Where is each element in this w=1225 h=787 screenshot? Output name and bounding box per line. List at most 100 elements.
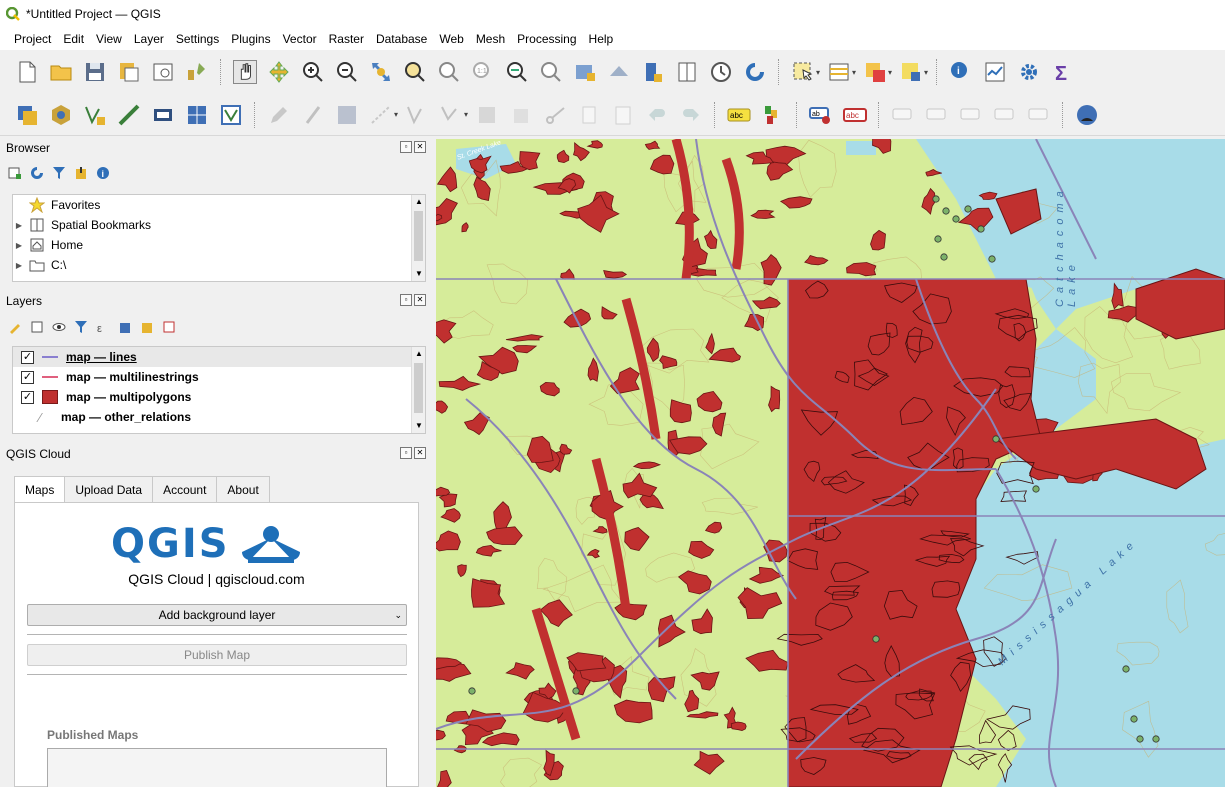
- add-selected-layers-icon[interactable]: [8, 166, 22, 180]
- info-icon[interactable]: i: [96, 166, 110, 180]
- map-rendering[interactable]: [436, 139, 1225, 787]
- browser-item[interactable]: Favorites: [13, 195, 425, 215]
- add-group-icon[interactable]: [30, 320, 44, 334]
- filter-legend-icon[interactable]: [74, 320, 88, 334]
- zoom-next-icon[interactable]: [539, 60, 563, 84]
- close-panel-icon[interactable]: ✕: [414, 294, 426, 306]
- new-3d-view-icon[interactable]: [607, 60, 631, 84]
- layer-visibility-checkbox[interactable]: ✓: [21, 350, 34, 364]
- menu-settings[interactable]: Settings: [170, 32, 225, 46]
- filter-expression-icon[interactable]: ε: [96, 320, 110, 334]
- highlight-pinned-labels-icon[interactable]: ab: [809, 103, 833, 127]
- refresh-icon[interactable]: [30, 166, 44, 180]
- layer-visibility-checkbox[interactable]: ✓: [21, 390, 34, 404]
- delete-selected-icon[interactable]: [475, 103, 499, 127]
- expand-arrow-icon[interactable]: ▶: [13, 241, 25, 250]
- browser-item[interactable]: ▶ Home: [13, 235, 425, 255]
- menu-mesh[interactable]: Mesh: [470, 32, 511, 46]
- layer-row[interactable]: ✓ map — lines: [13, 347, 425, 367]
- new-map-view-icon[interactable]: [573, 60, 597, 84]
- redo-icon[interactable]: [679, 103, 703, 127]
- close-panel-icon[interactable]: ✕: [414, 447, 426, 459]
- print-layout-icon[interactable]: [151, 60, 175, 84]
- menu-raster[interactable]: Raster: [323, 32, 370, 46]
- paste-features-icon[interactable]: [611, 103, 635, 127]
- change-label-icon[interactable]: [1027, 103, 1051, 127]
- float-panel-icon[interactable]: ▫: [400, 294, 412, 306]
- pan-map-icon[interactable]: [233, 60, 257, 84]
- pan-to-selection-icon[interactable]: [267, 60, 291, 84]
- expand-arrow-icon[interactable]: ▶: [13, 221, 25, 230]
- add-virtual-layer-icon[interactable]: [219, 103, 243, 127]
- edit-pencil-icon[interactable]: [267, 103, 291, 127]
- scroll-thumb[interactable]: [414, 363, 423, 413]
- add-line-layer-icon[interactable]: [117, 103, 141, 127]
- layer-diagram-icon[interactable]: [761, 103, 785, 127]
- browser-scrollbar[interactable]: ▲ ▼: [411, 195, 425, 281]
- bookmark-new-icon[interactable]: [641, 60, 665, 84]
- deselect-features-icon[interactable]: [863, 60, 887, 84]
- label-toolbar-abc-icon[interactable]: abc: [727, 103, 751, 127]
- tab-about[interactable]: About: [216, 476, 270, 502]
- zoom-to-selection-icon[interactable]: [403, 60, 427, 84]
- add-mesh-layer-icon[interactable]: [185, 103, 209, 127]
- expand-all-icon[interactable]: [118, 320, 132, 334]
- browser-item[interactable]: ▶ Spatial Bookmarks: [13, 215, 425, 235]
- tab-maps[interactable]: Maps: [14, 476, 66, 503]
- open-project-icon[interactable]: [49, 60, 73, 84]
- menu-help[interactable]: Help: [583, 32, 620, 46]
- statistics-icon[interactable]: [983, 60, 1007, 84]
- sum-icon[interactable]: Σ: [1051, 60, 1075, 84]
- float-panel-icon[interactable]: ▫: [400, 447, 412, 459]
- menu-web[interactable]: Web: [433, 32, 469, 46]
- browser-item[interactable]: ▶ C:\: [13, 255, 425, 275]
- save-as-icon[interactable]: [117, 60, 141, 84]
- scroll-down-icon[interactable]: ▼: [412, 419, 425, 433]
- rotate-label-icon[interactable]: [993, 103, 1017, 127]
- attribute-table-icon[interactable]: [827, 60, 851, 84]
- zoom-last-icon[interactable]: [505, 60, 529, 84]
- menu-vector[interactable]: Vector: [277, 32, 323, 46]
- show-bookmarks-icon[interactable]: [675, 60, 699, 84]
- zoom-to-layer-icon[interactable]: [437, 60, 461, 84]
- scissors-icon[interactable]: [543, 103, 567, 127]
- zoom-out-icon[interactable]: [335, 60, 359, 84]
- identify-features-icon[interactable]: i: [949, 60, 973, 84]
- vertex-tool-icon[interactable]: [405, 103, 429, 127]
- manage-visibility-icon[interactable]: [52, 320, 66, 334]
- layers-scrollbar[interactable]: ▲ ▼: [411, 347, 425, 433]
- save-project-icon[interactable]: [83, 60, 107, 84]
- add-vector-layer-icon[interactable]: [83, 103, 107, 127]
- menu-edit[interactable]: Edit: [57, 32, 90, 46]
- select-by-value-icon[interactable]: [899, 60, 923, 84]
- add-raster-layer-icon[interactable]: [151, 103, 175, 127]
- menu-view[interactable]: View: [90, 32, 128, 46]
- style-panel-icon[interactable]: [8, 320, 22, 334]
- publish-map-button[interactable]: Publish Map: [27, 644, 407, 666]
- copy-features-icon[interactable]: [577, 103, 601, 127]
- select-features-icon[interactable]: [791, 60, 815, 84]
- new-project-icon[interactable]: [15, 60, 39, 84]
- scroll-up-icon[interactable]: ▲: [412, 195, 425, 209]
- published-maps-list[interactable]: [47, 748, 387, 787]
- tab-upload-data[interactable]: Upload Data: [64, 476, 154, 502]
- collapse-all-icon[interactable]: [140, 320, 154, 334]
- layer-row[interactable]: ⁄ map — other_relations: [13, 407, 425, 427]
- collapse-all-icon[interactable]: [74, 166, 88, 180]
- show-hide-labels-icon[interactable]: [925, 103, 949, 127]
- data-source-manager-icon[interactable]: [15, 103, 39, 127]
- menu-database[interactable]: Database: [370, 32, 433, 46]
- globe-plugin-icon[interactable]: [1075, 103, 1099, 127]
- layer-visibility-checkbox[interactable]: ✓: [21, 370, 34, 384]
- remove-layer-icon[interactable]: [162, 320, 176, 334]
- menu-layer[interactable]: Layer: [128, 32, 170, 46]
- cut-features-icon[interactable]: [509, 103, 533, 127]
- menu-project[interactable]: Project: [8, 32, 57, 46]
- zoom-full-icon[interactable]: [369, 60, 393, 84]
- scroll-thumb[interactable]: [414, 211, 423, 261]
- temporal-controller-icon[interactable]: [709, 60, 733, 84]
- zoom-native-icon[interactable]: 1:1: [471, 60, 495, 84]
- menu-processing[interactable]: Processing: [511, 32, 582, 46]
- new-geopackage-icon[interactable]: [49, 103, 73, 127]
- menu-plugins[interactable]: Plugins: [225, 32, 276, 46]
